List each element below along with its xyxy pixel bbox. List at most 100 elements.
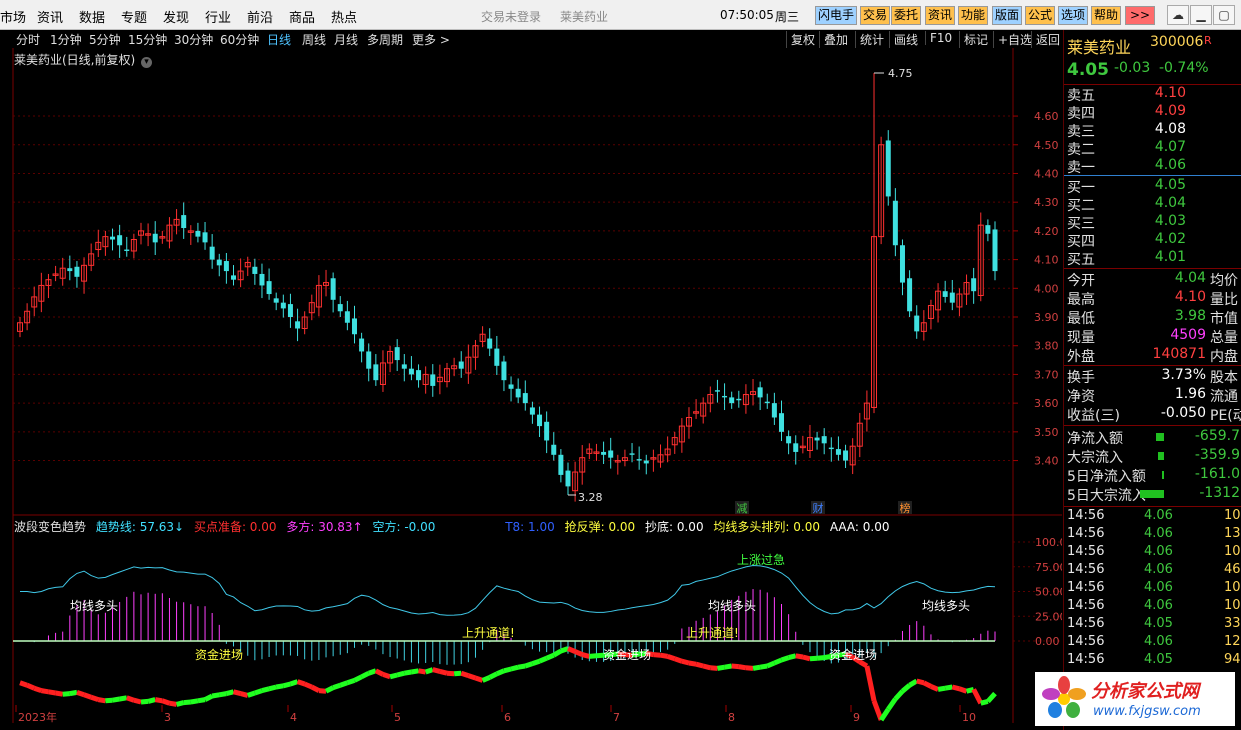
- money-flow-segment: [303, 681, 313, 690]
- chart-caption-text: 莱美药业(日线,前复权): [14, 53, 136, 67]
- more-button[interactable]: >>: [1125, 6, 1155, 25]
- panel-divider: [1064, 268, 1241, 269]
- period-15min[interactable]: 15分钟: [128, 31, 167, 48]
- bid-row[interactable]: 买一 4.05: [1064, 177, 1241, 196]
- help-button[interactable]: 帮助: [1091, 6, 1122, 25]
- money-flow-segment: [481, 675, 491, 683]
- period-multi[interactable]: 多周期: [367, 31, 403, 48]
- tick-row: 14:56 4.06 127: [1064, 634, 1241, 652]
- order-button[interactable]: 委托: [891, 6, 922, 25]
- ask-row[interactable]: 卖二 4.07: [1064, 139, 1241, 158]
- menu-commodity[interactable]: 商品: [289, 7, 315, 26]
- money-flow-segment: [802, 654, 811, 662]
- period-daily[interactable]: 日线: [267, 31, 291, 48]
- candle-body: [814, 437, 820, 441]
- money-flow-segment: [183, 699, 192, 706]
- maximize-icon[interactable]: ▢: [1213, 5, 1235, 25]
- bid-row[interactable]: 买二 4.04: [1064, 195, 1241, 214]
- candle-body: [231, 275, 237, 280]
- money-flow-segment: [140, 698, 149, 705]
- tool-draw[interactable]: 画线: [889, 31, 918, 48]
- trade-button[interactable]: 交易: [860, 6, 891, 25]
- menu-data[interactable]: 数据: [79, 7, 105, 26]
- stat-label-secondary: 总量: [1210, 330, 1238, 346]
- formula-button[interactable]: 公式: [1025, 6, 1056, 25]
- tool-add-watchlist[interactable]: +自选: [993, 31, 1032, 48]
- stat-label-secondary: 股本: [1210, 370, 1238, 386]
- money-flow-segment: [218, 691, 227, 698]
- money-flow-segment: [55, 690, 64, 697]
- month-label: 9: [853, 711, 860, 724]
- tool-back[interactable]: 返回: [1031, 31, 1060, 48]
- month-label: 6: [504, 711, 511, 724]
- info-button[interactable]: 资讯: [925, 6, 956, 25]
- back-icon[interactable]: ☁: [1167, 5, 1189, 25]
- tick-volume: 10: [1224, 598, 1241, 613]
- layout-button[interactable]: 版面: [992, 6, 1023, 25]
- money-flow-segment: [175, 700, 185, 707]
- candle-body: [373, 364, 379, 381]
- stat-label-secondary: 内盘: [1210, 349, 1238, 365]
- period-weekly[interactable]: 周线: [302, 31, 326, 48]
- candle-body: [843, 450, 849, 461]
- kline-chart[interactable]: 4.60 4.50 4.40 4.30 4.20 4.10 4.00 3.90 3.80 3.70…: [0, 48, 1062, 730]
- tool-mark[interactable]: 标记: [959, 31, 988, 48]
- period-1min[interactable]: 1分钟: [50, 31, 82, 48]
- price-axis-label: 4.00: [1034, 282, 1059, 295]
- menu-industry[interactable]: 行业: [205, 7, 231, 26]
- month-label: 7: [613, 711, 620, 724]
- candle-body: [786, 436, 792, 444]
- candle-body: [408, 368, 414, 375]
- flow-label: 大宗流入: [1067, 450, 1123, 466]
- period-60min[interactable]: 60分钟: [220, 31, 259, 48]
- weekday: 周三: [775, 10, 800, 24]
- stat-row: 最低 3.98 市值: [1064, 308, 1241, 327]
- chevron-down-icon[interactable]: ▾: [141, 57, 153, 68]
- tool-overlay[interactable]: 叠加: [819, 31, 848, 48]
- menu-news[interactable]: 资讯: [37, 7, 63, 26]
- tool-f10[interactable]: F10: [925, 31, 952, 45]
- ask-price: 4.07: [1154, 139, 1186, 155]
- money-flow-segment: [83, 692, 92, 700]
- money-flow-segment: [396, 670, 405, 678]
- tick-price: 4.06: [1144, 598, 1173, 613]
- money-flow-segment: [681, 658, 690, 666]
- stat-row: 换手 3.73% 股本: [1064, 367, 1241, 386]
- ask-row[interactable]: 卖三 4.08: [1064, 121, 1241, 140]
- quote-price-row: 4.05 -0.03 -0.74%: [1064, 60, 1241, 82]
- menu-market[interactable]: 市场: [0, 7, 26, 26]
- money-flow-segment: [467, 673, 477, 681]
- period-30min[interactable]: 30分钟: [174, 31, 213, 48]
- ask-row[interactable]: 卖五 4.10: [1064, 85, 1241, 104]
- indicator-name[interactable]: 波段变色趋势: [14, 520, 86, 534]
- bid-row[interactable]: 买三 4.03: [1064, 213, 1241, 232]
- quote-change: -0.03: [1114, 60, 1151, 76]
- bid-row[interactable]: 买五 4.01: [1064, 249, 1241, 268]
- bid-row[interactable]: 买四 4.02: [1064, 231, 1241, 250]
- minimize-icon[interactable]: ▁: [1190, 5, 1212, 25]
- money-flow-segment: [268, 684, 277, 692]
- indicator-annotation: 均线多头: [70, 599, 118, 613]
- month-label: 8: [728, 711, 735, 724]
- price-axis-label: 4.10: [1034, 254, 1059, 267]
- flow-label: 5日净流入额: [1067, 469, 1146, 485]
- flash-trade-button[interactable]: 闪电手: [815, 6, 858, 25]
- menu-topics[interactable]: 专题: [121, 7, 147, 26]
- menu-hot[interactable]: 热点: [331, 7, 357, 26]
- tool-stats[interactable]: 统计: [855, 31, 884, 48]
- price-axis-label: 4.50: [1034, 139, 1059, 152]
- money-flow-segment: [517, 663, 526, 670]
- login-status[interactable]: 交易未登录: [481, 8, 541, 25]
- tool-adjust[interactable]: 复权: [786, 31, 815, 48]
- period-tick[interactable]: 分时: [16, 31, 40, 48]
- money-flow-segment: [567, 646, 577, 654]
- period-monthly[interactable]: 月线: [334, 31, 358, 48]
- function-button[interactable]: 功能: [958, 6, 989, 25]
- ask-row[interactable]: 卖四 4.09: [1064, 103, 1241, 122]
- menu-frontier[interactable]: 前沿: [247, 7, 273, 26]
- options-button[interactable]: 选项: [1058, 6, 1089, 25]
- ask-row[interactable]: 卖一 4.06: [1064, 157, 1241, 176]
- period-more[interactable]: 更多 >: [412, 31, 450, 48]
- period-5min[interactable]: 5分钟: [89, 31, 121, 48]
- menu-discover[interactable]: 发现: [163, 7, 189, 26]
